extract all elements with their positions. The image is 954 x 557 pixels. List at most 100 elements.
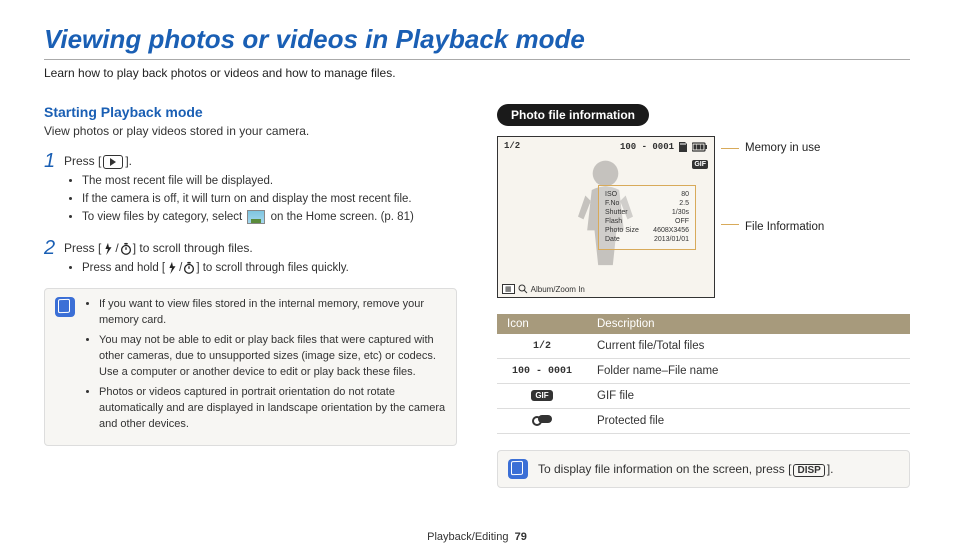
- step1-b3-post: on the Home screen. (p. 81): [267, 211, 413, 223]
- step1-b2: If the camera is off, it will turn on an…: [82, 191, 457, 207]
- note-list: If you want to view files stored in the …: [85, 297, 446, 437]
- step-body: Press []. The most recent file will be d…: [64, 150, 457, 227]
- info-key: ISO: [605, 190, 617, 199]
- lcd-bottom: ▦ Album/Zoom In: [502, 284, 585, 294]
- lcd-topbar: 1/2 100 - 0001: [504, 141, 708, 153]
- info-key: Photo Size: [605, 226, 639, 235]
- folder-file: 100 - 0001: [620, 142, 674, 152]
- note-icon: [508, 459, 528, 479]
- note-item: Photos or videos captured in portrait or…: [99, 385, 446, 433]
- home-thumbnail-icon: [247, 210, 265, 224]
- callout-line-2: [721, 224, 739, 225]
- gif-icon: GIF: [692, 160, 708, 169]
- playback-icon: [103, 155, 123, 169]
- th-desc: Description: [587, 314, 910, 334]
- note-box: If you want to view files stored in the …: [44, 288, 457, 446]
- section-subintro: View photos or play videos stored in you…: [44, 124, 457, 138]
- step1-b1: The most recent file will be displayed.: [82, 173, 457, 189]
- step-2: 2 Press [/] to scroll through files. Pre…: [44, 237, 457, 278]
- info-val: OFF: [675, 217, 689, 226]
- step2-prefix: Press [: [64, 241, 101, 255]
- file-counter: 1/2: [504, 141, 520, 153]
- info-val: 1/30s: [672, 208, 689, 217]
- note2-pre: To display file information on the scree…: [538, 462, 791, 476]
- footer-section: Playback/Editing: [427, 531, 508, 543]
- step-1: 1 Press []. The most recent file will be…: [44, 150, 457, 227]
- magnify-icon: [518, 284, 528, 294]
- gif-badge-lcd: GIF: [692, 159, 708, 168]
- table-row: GIF GIF file: [497, 384, 910, 409]
- step2-b1-pre: Press and hold [: [82, 262, 165, 274]
- table-row: 1/2 Current file/Total files: [497, 334, 910, 359]
- callout-lines: [721, 136, 739, 225]
- step1-b3: To view files by category, select on the…: [82, 209, 457, 225]
- table-row: 100 - 0001 Folder name–File name: [497, 359, 910, 384]
- desc-cell: Protected file: [587, 409, 910, 434]
- page: Viewing photos or videos in Playback mod…: [0, 0, 954, 557]
- info-key: Date: [605, 235, 620, 244]
- left-column: Starting Playback mode View photos or pl…: [44, 104, 457, 488]
- screen-with-callouts: 1/2 100 - 0001 GIF ISO 80: [497, 136, 910, 298]
- memory-card-icon: [678, 141, 688, 153]
- step1-bullets: The most recent file will be displayed. …: [64, 173, 457, 225]
- step2-suffix: ] to scroll through files.: [133, 241, 253, 255]
- table-row: Protected file: [497, 409, 910, 434]
- album-zoom-label: Album/Zoom In: [531, 285, 585, 294]
- info-val: 2.5: [679, 199, 689, 208]
- step-number: 2: [44, 237, 64, 278]
- note-item: If you want to view files stored in the …: [99, 297, 446, 329]
- step1-b3-pre: To view files by category, select: [82, 211, 245, 223]
- icon-description-table: Icon Description 1/2 Current file/Total …: [497, 314, 910, 434]
- info-pill: Photo file information: [497, 104, 649, 126]
- desc-cell: Current file/Total files: [587, 334, 910, 359]
- section-heading: Starting Playback mode: [44, 104, 457, 120]
- note2-post: ].: [827, 462, 834, 476]
- footer-page-number: 79: [515, 531, 527, 543]
- info-val: 80: [681, 190, 689, 199]
- disp-button-icon: DISP: [793, 464, 824, 477]
- info-val: 2013/01/01: [654, 235, 689, 244]
- callout-fileinfo: File Information: [745, 221, 824, 233]
- callout-memory: Memory in use: [745, 142, 824, 154]
- flash-icon: [101, 242, 115, 256]
- note-item: You may not be able to edit or play back…: [99, 333, 446, 381]
- step2-bullets: Press and hold [/] to scroll through fil…: [64, 260, 457, 276]
- icon-cell: 1/2: [497, 334, 587, 359]
- bottom-note-text: To display file information on the scree…: [538, 462, 833, 476]
- icon-cell: 100 - 0001: [497, 359, 587, 384]
- timer-icon: [182, 261, 196, 275]
- grid-icon: ▦: [502, 284, 515, 294]
- content-columns: Starting Playback mode View photos or pl…: [44, 104, 910, 488]
- page-footer: Playback/Editing 79: [0, 531, 954, 543]
- step1-line: Press [].: [64, 154, 457, 169]
- timer-icon: [119, 242, 133, 256]
- info-overlay: ISO 80 F.No 2.5 Shutter 1/30s Flash OFF Phot…: [598, 185, 696, 250]
- step1-suffix: ].: [125, 154, 132, 168]
- lock-key-icon: [538, 415, 552, 423]
- step2-b1-post: ] to scroll through files quickly.: [196, 262, 349, 274]
- step2-line: Press [/] to scroll through files.: [64, 241, 457, 256]
- info-key: Shutter: [605, 208, 628, 217]
- battery-icon: [692, 142, 708, 152]
- step-body: Press [/] to scroll through files. Press…: [64, 237, 457, 278]
- th-icon: Icon: [497, 314, 587, 334]
- right-column: Photo file information 1/2 100 - 0001 GI…: [497, 104, 910, 488]
- callouts: Memory in use File Information: [745, 136, 824, 233]
- top-right-icons: 100 - 0001: [620, 141, 708, 153]
- bottom-note: To display file information on the scree…: [497, 450, 910, 488]
- desc-cell: Folder name–File name: [587, 359, 910, 384]
- flash-icon: [165, 261, 179, 275]
- icon-cell: GIF: [497, 384, 587, 409]
- step-number: 1: [44, 150, 64, 227]
- step2-b1: Press and hold [/] to scroll through fil…: [82, 260, 457, 276]
- info-key: Flash: [605, 217, 622, 226]
- lcd-preview: 1/2 100 - 0001 GIF ISO 80: [497, 136, 715, 298]
- icon-cell: [497, 409, 587, 434]
- callout-line-1: [721, 148, 739, 149]
- gif-icon: GIF: [531, 390, 552, 401]
- info-val: 4608X3456: [653, 226, 689, 235]
- step1-prefix: Press [: [64, 154, 101, 168]
- page-title: Viewing photos or videos in Playback mod…: [44, 24, 910, 55]
- title-rule: [44, 59, 910, 60]
- info-key: F.No: [605, 199, 619, 208]
